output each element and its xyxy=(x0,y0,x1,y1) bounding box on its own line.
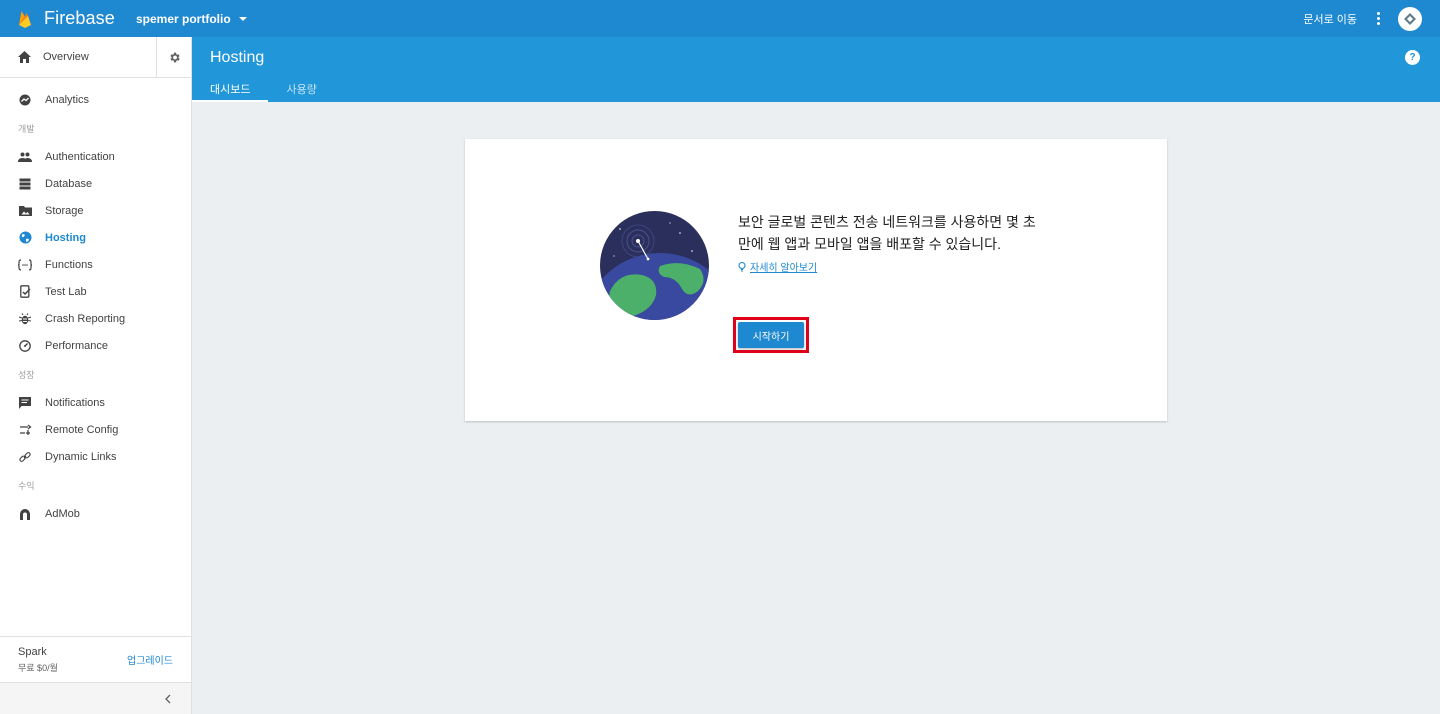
page-header: Hosting ? 대시보드 사용량 xyxy=(192,37,1440,102)
sidebar-item-label: Hosting xyxy=(45,231,86,244)
learn-more-label: 자세히 알아보기 xyxy=(750,263,818,274)
sidebar-item-authentication[interactable]: Authentication xyxy=(0,143,191,170)
home-icon xyxy=(18,51,31,63)
upgrade-button[interactable]: 업그레이드 xyxy=(127,652,173,667)
page-title: Hosting xyxy=(210,49,265,66)
caret-down-icon xyxy=(238,16,247,21)
section-label-develop: 개발 xyxy=(18,123,35,134)
speedometer-icon xyxy=(19,339,31,352)
plan-panel: Spark 무료 $0/월 업그레이드 xyxy=(0,636,191,682)
gear-icon xyxy=(169,52,180,62)
sidebar-item-crash-reporting[interactable]: Crash Reporting xyxy=(0,305,191,332)
database-icon xyxy=(19,178,31,189)
tab-usage[interactable]: 사용량 xyxy=(268,76,334,102)
sidebar-item-label: Notifications xyxy=(45,396,105,409)
people-icon xyxy=(18,152,32,162)
plan-name: Spark xyxy=(18,645,47,658)
sidebar-nav: Analytics 개발 Authentication Database Sto… xyxy=(0,78,191,527)
brand-name: Firebase xyxy=(44,8,115,28)
lightbulb-icon xyxy=(738,261,746,272)
project-name: spemer portfolio xyxy=(136,11,231,26)
sidebar-item-analytics[interactable]: Analytics xyxy=(0,86,191,113)
avatar[interactable] xyxy=(1398,6,1422,31)
help-icon[interactable]: ? xyxy=(1405,50,1420,65)
functions-icon xyxy=(18,258,32,271)
section-label-grow: 성장 xyxy=(18,369,35,380)
project-selector[interactable]: spemer portfolio xyxy=(136,12,247,26)
hosting-intro-card: 보안 글로벌 콘텐츠 전송 네트워크를 사용하면 몇 초 만에 웹 앱과 모바일… xyxy=(465,139,1167,421)
admob-icon xyxy=(20,508,30,520)
sidebar-item-performance[interactable]: Performance xyxy=(0,332,191,359)
sidebar-item-label: Database xyxy=(45,177,93,190)
firebase-flame-icon xyxy=(19,10,31,28)
sidebar-item-overview[interactable]: Overview xyxy=(0,37,157,77)
link-icon xyxy=(19,451,31,462)
sidebar-item-remote-config[interactable]: Remote Config xyxy=(0,416,191,443)
collapse-sidebar-button[interactable] xyxy=(0,682,191,714)
sidebar-item-storage[interactable]: Storage xyxy=(0,197,191,224)
learn-more-link[interactable]: 자세히 알아보기 xyxy=(738,259,1038,274)
globe-illustration xyxy=(600,211,709,320)
sidebar-item-label: Storage xyxy=(45,204,84,217)
sidebar-item-label: AdMob xyxy=(45,507,80,520)
settings-button[interactable] xyxy=(157,37,191,77)
sidebar-item-label: Dynamic Links xyxy=(45,450,117,463)
bug-icon xyxy=(19,312,31,324)
tab-bar: 대시보드 사용량 xyxy=(192,76,335,102)
get-started-button[interactable]: 시작하기 xyxy=(738,322,804,348)
chevron-left-icon xyxy=(165,694,171,703)
section-label-earn: 수익 xyxy=(18,480,35,491)
sidebar-item-label: Remote Config xyxy=(45,423,119,436)
plan-price: 무료 $0/월 xyxy=(18,662,58,673)
test-lab-icon xyxy=(19,285,31,298)
sidebar-item-label: Performance xyxy=(45,339,108,352)
sidebar-item-label: Functions xyxy=(45,258,93,271)
tab-dashboard[interactable]: 대시보드 xyxy=(192,76,269,102)
avatar-logo-icon xyxy=(1404,12,1416,25)
sidebar-item-label: Analytics xyxy=(45,93,90,106)
remote-config-icon xyxy=(19,423,32,435)
sidebar-item-label: Test Lab xyxy=(45,285,87,298)
sidebar-item-test-lab[interactable]: Test Lab xyxy=(0,278,191,305)
sidebar-item-label: Crash Reporting xyxy=(45,312,126,325)
sidebar-item-functions[interactable]: Functions xyxy=(0,251,191,278)
message-icon xyxy=(19,396,31,409)
sidebar-item-hosting[interactable]: Hosting xyxy=(0,224,191,251)
docs-link[interactable]: 문서로 이동 xyxy=(1303,11,1357,27)
sidebar-item-dynamic-links[interactable]: Dynamic Links xyxy=(0,443,191,470)
highlight-box: 시작하기 xyxy=(733,317,809,353)
hosting-description: 보안 글로벌 콘텐츠 전송 네트워크를 사용하면 몇 초 만에 웹 앱과 모바일… xyxy=(738,214,1036,252)
sidebar: Overview Analytics 개발 Authentication Dat… xyxy=(0,37,192,714)
top-app-bar: Firebase spemer portfolio 문서로 이동 xyxy=(0,0,1440,37)
analytics-icon xyxy=(19,94,31,105)
globe-icon xyxy=(19,231,31,244)
sidebar-item-notifications[interactable]: Notifications xyxy=(0,389,191,416)
sidebar-item-database[interactable]: Database xyxy=(0,170,191,197)
sidebar-item-admob[interactable]: AdMob xyxy=(0,500,191,527)
more-vert-icon[interactable] xyxy=(1371,10,1386,27)
sidebar-item-label: Authentication xyxy=(45,150,115,163)
folder-image-icon xyxy=(18,206,32,216)
overview-label: Overview xyxy=(43,51,89,63)
